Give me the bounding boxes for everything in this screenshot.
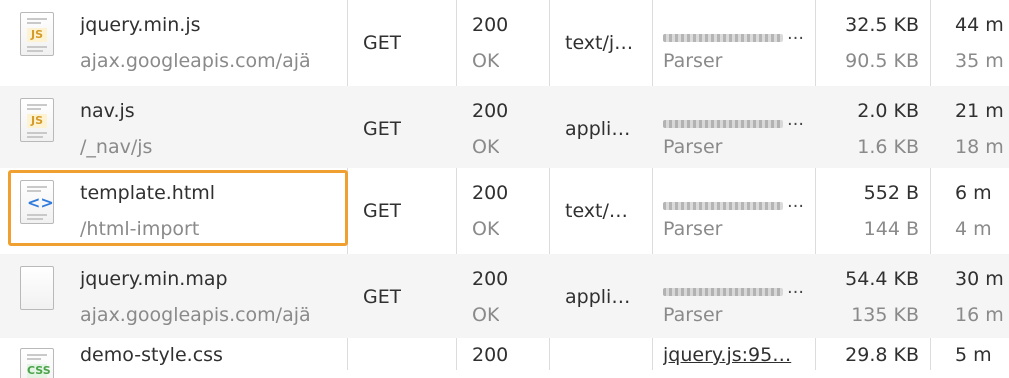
request-type: text/… [565, 200, 628, 222]
transfer-size: 2.0 KB [857, 100, 919, 122]
request-path: /_nav/js [80, 136, 153, 158]
request-latency: 4 m [955, 218, 992, 240]
request-time: 6 m [955, 182, 992, 204]
request-method: GET [363, 118, 402, 140]
status-text: OK [472, 136, 500, 158]
content-size: 144 B [863, 218, 919, 240]
status-code: 200 [472, 14, 509, 36]
initiator-link[interactable]: … [663, 268, 811, 298]
initiator-kind: Parser [663, 136, 723, 158]
initiator-kind: Parser [663, 304, 723, 326]
request-time: 21 m [955, 100, 1004, 122]
initiator-kind: Parser [663, 218, 723, 240]
request-row[interactable]: jquery.min.map ajax.googleapis.com/ajä G… [0, 254, 1009, 338]
request-time: 30 m [955, 268, 1004, 290]
status-code: 200 [472, 268, 509, 290]
request-name[interactable]: jquery.min.map [80, 268, 343, 290]
status-code: 200 [472, 344, 509, 366]
status-code: 200 [472, 100, 509, 122]
status-text: OK [472, 218, 500, 240]
status-code: 200 [472, 182, 509, 204]
content-size: 90.5 KB [845, 50, 919, 72]
request-type: appli… [565, 286, 631, 308]
request-latency: 18 m [955, 136, 1004, 158]
request-name[interactable]: nav.js [80, 100, 343, 122]
request-latency: 35 m [955, 50, 1004, 72]
request-type: appli… [565, 118, 631, 140]
request-row[interactable]: JS nav.js /_nav/js GET 200 OK appli… … P… [0, 86, 1009, 168]
initiator-kind: Parser [663, 50, 723, 72]
request-method: GET [363, 32, 402, 54]
generic-file-icon [20, 266, 54, 310]
status-text: OK [472, 50, 500, 72]
initiator-link[interactable]: … [663, 100, 811, 130]
status-text: OK [472, 304, 500, 326]
initiator-link[interactable]: … [663, 182, 811, 212]
request-row[interactable]: JS jquery.min.js ajax.googleapis.com/ajä… [0, 0, 1009, 86]
highlight-box [8, 170, 348, 246]
content-size: 1.6 KB [857, 136, 919, 158]
transfer-size: 54.4 KB [845, 268, 919, 290]
request-name[interactable]: jquery.min.js [80, 14, 343, 36]
request-latency: 16 m [955, 304, 1004, 326]
js-file-icon: JS [20, 98, 54, 142]
request-time: 5 m [955, 344, 992, 366]
transfer-size: 29.8 KB [845, 344, 919, 366]
initiator-link[interactable]: … [663, 14, 811, 44]
content-size: 135 KB [851, 304, 919, 326]
request-time: 44 m [955, 14, 1004, 36]
request-path: ajax.googleapis.com/ajä [80, 50, 311, 72]
request-row[interactable]: CSS demo-style.css 200 jquery.js:95… 29.… [0, 338, 1009, 378]
js-file-icon: JS [20, 12, 54, 56]
transfer-size: 32.5 KB [845, 14, 919, 36]
initiator-link[interactable]: jquery.js:95… [663, 344, 811, 366]
request-path: ajax.googleapis.com/ajä [80, 304, 311, 326]
request-type: text/j… [565, 32, 634, 54]
request-name[interactable]: demo-style.css [80, 344, 343, 366]
transfer-size: 552 B [863, 182, 919, 204]
request-method: GET [363, 200, 402, 222]
request-method: GET [363, 286, 402, 308]
css-file-icon: CSS [20, 348, 54, 378]
